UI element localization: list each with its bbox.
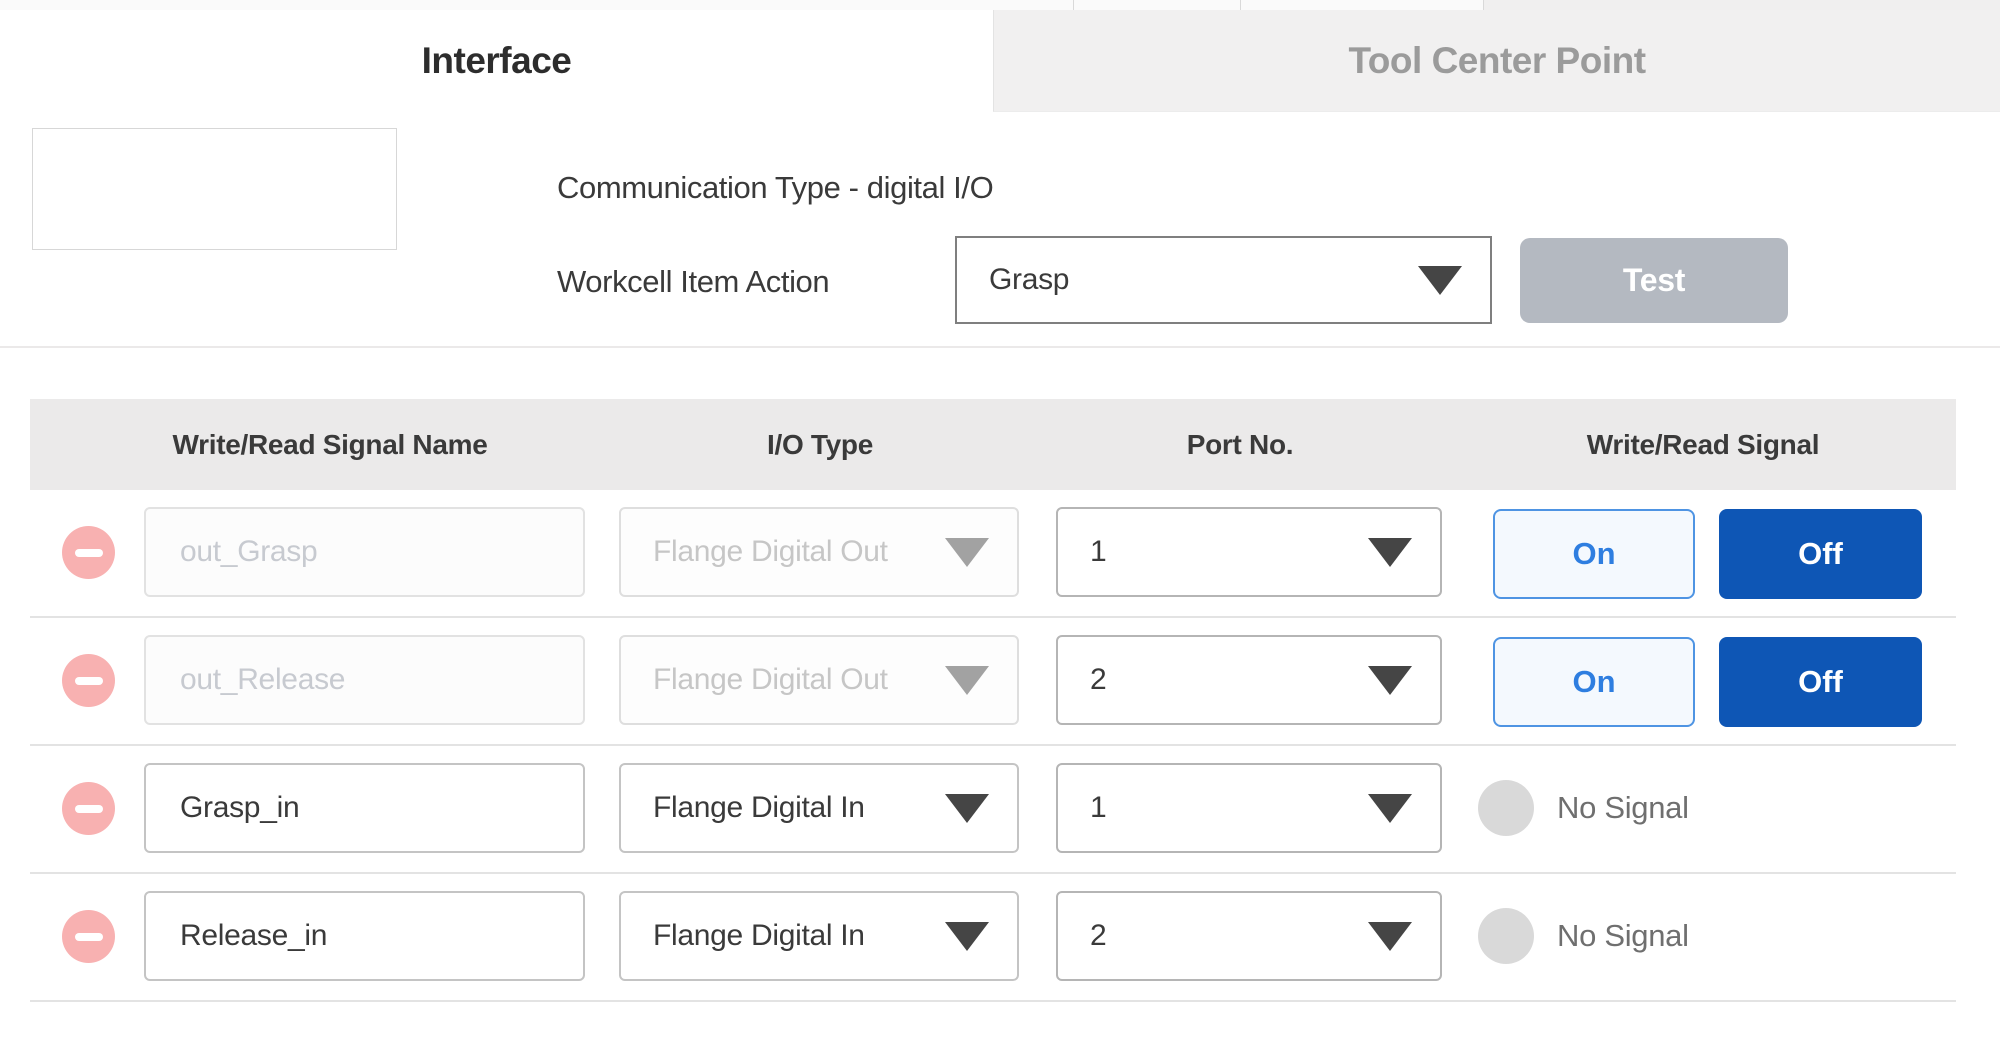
signal-name-input[interactable] <box>144 891 585 981</box>
column-header-signal: Write/Read Signal <box>1587 399 1819 490</box>
io-type-value: Flange Digital In <box>653 919 865 953</box>
column-header-signal-name: Write/Read Signal Name <box>173 399 488 490</box>
divider <box>30 872 1956 874</box>
io-type-value: Flange Digital In <box>653 791 865 825</box>
column-header-port-no: Port No. <box>1187 399 1293 490</box>
tab-interface-label: Interface <box>422 40 572 82</box>
divider <box>0 346 2000 348</box>
divider <box>30 1000 1956 1002</box>
minus-icon <box>75 805 103 813</box>
divider <box>30 744 1956 746</box>
top-edge-strip <box>0 0 2000 10</box>
signal-off-button[interactable]: Off <box>1719 637 1922 727</box>
minus-icon <box>75 549 103 557</box>
table-row: Flange Digital Out 2 On Off <box>0 635 2000 725</box>
signal-off-button[interactable]: Off <box>1719 509 1922 599</box>
signal-name-input <box>144 507 585 597</box>
io-type-value: Flange Digital Out <box>653 663 888 697</box>
table-row: Flange Digital Out 1 On Off <box>0 507 2000 597</box>
chevron-down-icon <box>1418 266 1462 295</box>
signal-on-button[interactable]: On <box>1493 509 1695 599</box>
chevron-down-icon <box>1368 666 1412 695</box>
remove-row-button[interactable] <box>62 782 115 835</box>
remove-row-button[interactable] <box>62 526 115 579</box>
divider <box>30 616 1956 618</box>
port-no-select[interactable]: 1 <box>1056 507 1442 597</box>
column-header-io-type: I/O Type <box>767 399 873 490</box>
tab-interface[interactable]: Interface <box>0 10 993 112</box>
port-no-select[interactable]: 2 <box>1056 635 1442 725</box>
chevron-down-icon <box>1368 922 1412 951</box>
chevron-down-icon <box>945 794 989 823</box>
workcell-item-action-select[interactable]: Grasp <box>955 236 1492 324</box>
tool-image-placeholder <box>32 128 397 250</box>
tab-tool-center-point-label: Tool Center Point <box>1348 40 1645 82</box>
tool-settings-screen: Interface Tool Center Point Communicatio… <box>0 0 2000 1045</box>
port-no-select[interactable]: 2 <box>1056 891 1442 981</box>
table-row: Flange Digital In 1 No Signal <box>0 763 2000 853</box>
chevron-down-icon <box>1368 538 1412 567</box>
signal-on-button[interactable]: On <box>1493 637 1695 727</box>
port-no-value: 2 <box>1090 663 1106 697</box>
io-type-select[interactable]: Flange Digital In <box>619 763 1019 853</box>
test-button[interactable]: Test <box>1520 238 1788 323</box>
chevron-down-icon <box>1368 794 1412 823</box>
io-type-select: Flange Digital Out <box>619 507 1019 597</box>
remove-row-button[interactable] <box>62 654 115 707</box>
chevron-down-icon <box>945 666 989 695</box>
port-no-select[interactable]: 1 <box>1056 763 1442 853</box>
io-type-select[interactable]: Flange Digital In <box>619 891 1019 981</box>
divider <box>1483 0 1484 10</box>
table-header: Write/Read Signal Name I/O Type Port No.… <box>30 399 1956 490</box>
minus-icon <box>75 677 103 685</box>
workcell-item-action-label: Workcell Item Action <box>557 264 829 300</box>
port-no-value: 1 <box>1090 535 1106 569</box>
table-row: Flange Digital In 2 No Signal <box>0 891 2000 981</box>
signal-name-input <box>144 635 585 725</box>
port-no-value: 1 <box>1090 791 1106 825</box>
signal-name-input[interactable] <box>144 763 585 853</box>
top-strip-gray-segment <box>1483 0 2000 10</box>
signal-status-icon <box>1478 780 1534 836</box>
chevron-down-icon <box>945 538 989 567</box>
minus-icon <box>75 933 103 941</box>
io-type-select: Flange Digital Out <box>619 635 1019 725</box>
chevron-down-icon <box>945 922 989 951</box>
signal-status-label: No Signal <box>1557 891 1689 981</box>
signal-status-icon <box>1478 908 1534 964</box>
divider <box>1240 0 1241 10</box>
io-type-value: Flange Digital Out <box>653 535 888 569</box>
workcell-item-action-value: Grasp <box>989 263 1069 297</box>
divider <box>1073 0 1074 10</box>
communication-type-label: Communication Type - digital I/O <box>557 170 993 206</box>
port-no-value: 2 <box>1090 919 1106 953</box>
signal-status-label: No Signal <box>1557 763 1689 853</box>
tab-tool-center-point[interactable]: Tool Center Point <box>993 10 2000 112</box>
remove-row-button[interactable] <box>62 910 115 963</box>
